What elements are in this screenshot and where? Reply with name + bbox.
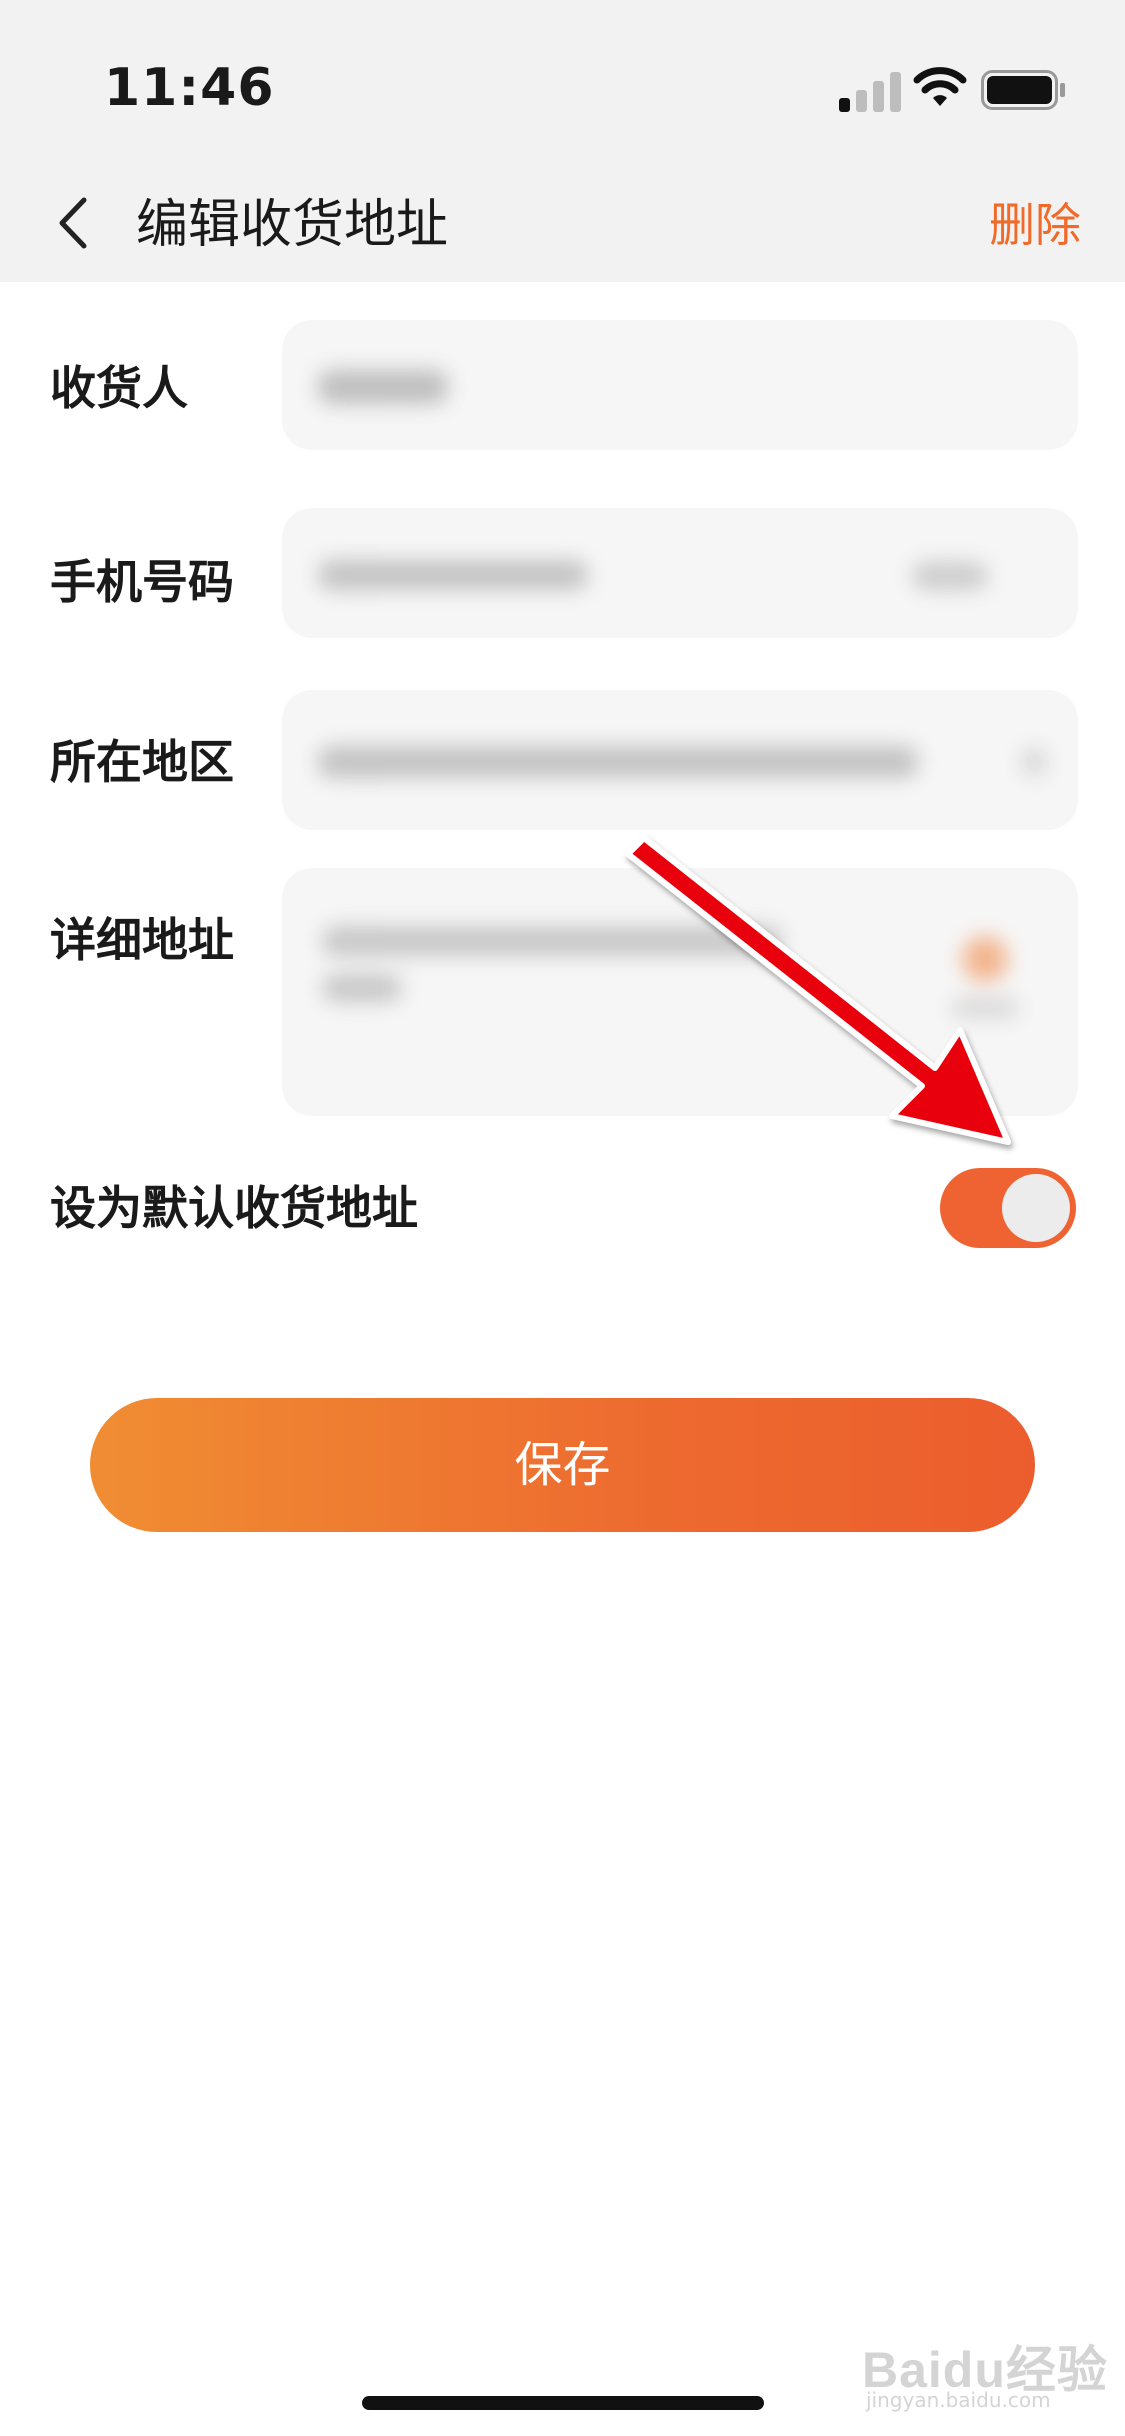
page-title: 编辑收货地址 [136,195,449,255]
phone-value-blurred [318,560,588,590]
recipient-value-blurred [318,370,448,404]
country-code-blurred [912,562,988,590]
recipient-label: 收货人 [50,361,188,415]
region-value-blurred [318,746,918,778]
phone-label: 手机号码 [50,555,234,609]
detail-address-label: 详细地址 [50,913,234,967]
region-field[interactable] [282,690,1078,830]
detail-line2-blurred [322,974,402,1002]
default-address-toggle[interactable] [940,1168,1076,1248]
save-button[interactable]: 保存 [90,1398,1035,1532]
nav-bar: 编辑收货地址 删除 [0,170,1125,282]
baidu-watermark-url: jingyan.baidu.com [866,2388,1051,2412]
toggle-knob [1002,1174,1070,1242]
phone-field[interactable] [282,508,1078,638]
chevron-left-icon[interactable] [48,190,102,256]
delete-button[interactable]: 删除 [989,190,1081,260]
region-label: 所在地区 [50,735,234,789]
recipient-field[interactable] [282,320,1078,450]
signal-icon [839,72,901,112]
status-time: 11:46 [104,58,275,118]
status-icons [807,66,1067,114]
status-bar: 11:46 [0,0,1125,170]
chevron-right-icon [1022,748,1046,776]
battery-icon [981,70,1065,110]
default-address-label: 设为默认收货地址 [50,1181,418,1235]
home-indicator [362,2396,764,2410]
red-arrow-annotation [625,835,1011,1145]
wifi-icon [913,67,967,106]
